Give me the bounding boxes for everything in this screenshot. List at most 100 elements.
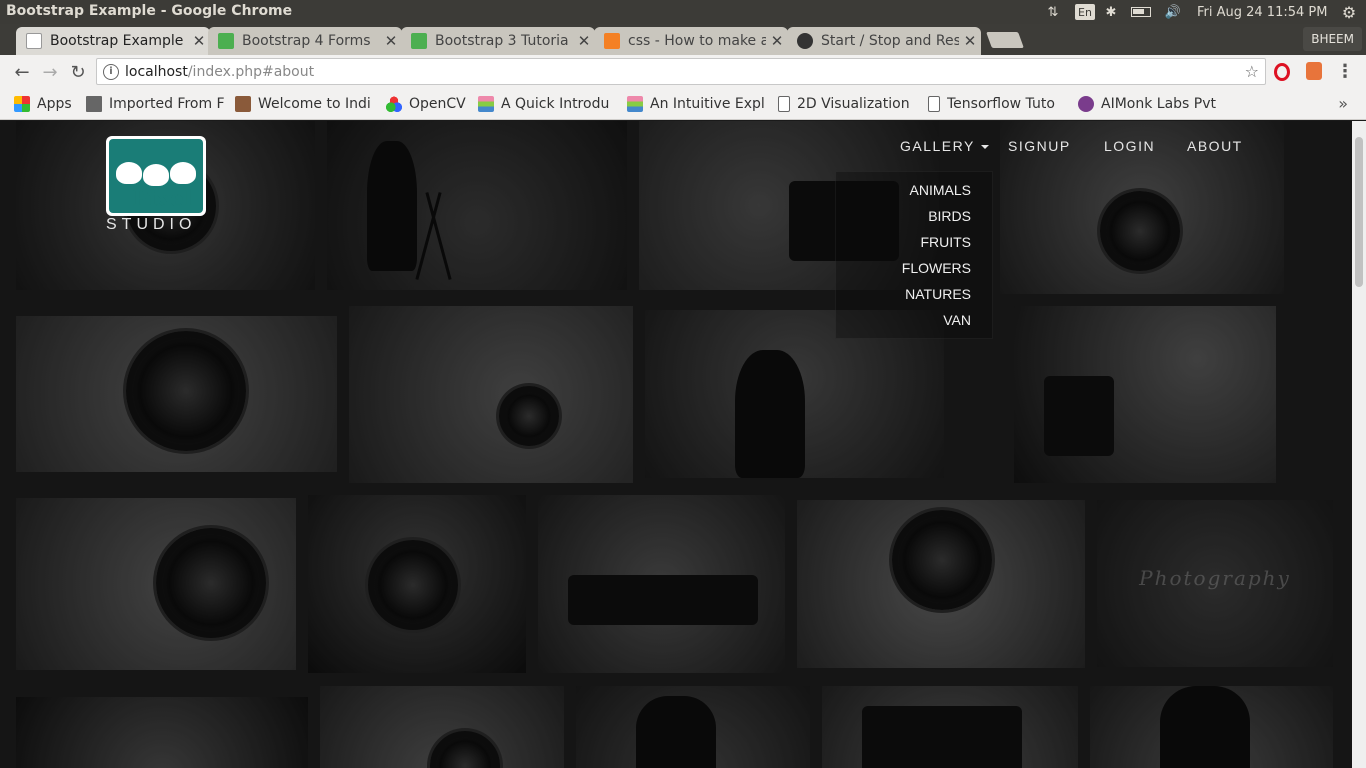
- opera-extension-icon[interactable]: [1274, 63, 1290, 81]
- extension-icon[interactable]: [1306, 62, 1322, 80]
- keyboard-language-indicator[interactable]: En: [1075, 4, 1095, 20]
- reload-icon[interactable]: ↻: [67, 61, 89, 83]
- site-icon: [478, 96, 494, 112]
- gallery-photo[interactable]: [576, 686, 810, 768]
- gallery-item-van[interactable]: VAN: [943, 312, 971, 328]
- bear-icon: [170, 162, 196, 184]
- window-title: Bootstrap Example - Google Chrome: [6, 3, 293, 19]
- gallery-photo[interactable]: Photography: [1097, 500, 1333, 667]
- tab-close-icon[interactable]: ✕: [188, 32, 210, 50]
- tab-title: css - How to make a: [628, 33, 766, 49]
- page-icon: [778, 96, 790, 112]
- tab-close-icon[interactable]: ✕: [380, 32, 402, 50]
- url-host: localhost: [125, 63, 188, 80]
- battery-icon[interactable]: [1129, 2, 1153, 22]
- url-path: /index.php#about: [187, 63, 315, 80]
- page-icon: [928, 96, 940, 112]
- gallery-photo[interactable]: [16, 498, 296, 670]
- gallery-photo[interactable]: [327, 121, 627, 290]
- gallery-photo[interactable]: [822, 686, 1078, 768]
- gallery-dropdown-menu: ANIMALS BIRDS FRUITS FLOWERS NATURES VAN: [835, 171, 993, 339]
- nav-signup[interactable]: SIGNUP: [1008, 138, 1071, 154]
- gallery-item-animals[interactable]: ANIMALS: [910, 182, 971, 198]
- opencv-icon: [386, 96, 402, 112]
- address-bar[interactable]: i localhost/index.php#about ☆: [96, 58, 1266, 85]
- bookmark-2d-visualization[interactable]: 2D Visualization: [778, 94, 916, 114]
- logo-text: Pixel: [132, 186, 193, 212]
- clock[interactable]: Fri Aug 24 11:54 PM: [1197, 2, 1327, 22]
- tab-title: Bootstrap 4 Forms: [242, 33, 371, 49]
- site-icon: [627, 96, 643, 112]
- gallery-photo[interactable]: [797, 500, 1085, 668]
- bookmark-opencv[interactable]: OpenCV: [386, 94, 470, 114]
- gallery-photo[interactable]: [16, 316, 337, 472]
- gallery-item-flowers[interactable]: FLOWERS: [902, 260, 971, 276]
- bookmark-apps[interactable]: Apps: [14, 94, 80, 114]
- network-icon[interactable]: ⇅: [1044, 2, 1062, 22]
- gallery-item-birds[interactable]: BIRDS: [928, 208, 971, 224]
- page-favicon-icon: [26, 33, 42, 49]
- bluetooth-icon[interactable]: ✱: [1104, 2, 1118, 22]
- tab-close-icon[interactable]: ✕: [573, 32, 595, 50]
- nav-gallery-dropdown[interactable]: GALLERY: [900, 138, 989, 154]
- tab-start-stop-and-restart[interactable]: Start / Stop and Res ✕: [787, 27, 981, 55]
- settings-gear-icon[interactable]: ⚙: [1339, 2, 1359, 22]
- w3schools-favicon-icon: [411, 33, 427, 49]
- tab-title: Bootstrap 3 Tutoria: [435, 33, 569, 49]
- folder-icon: [86, 96, 102, 112]
- bookmark-welcome-to-indi[interactable]: Welcome to Indi: [235, 94, 373, 114]
- site-icon: [1078, 96, 1094, 112]
- more-bookmarks-chevron-icon[interactable]: »: [1338, 94, 1348, 113]
- gallery-photo[interactable]: [16, 697, 308, 768]
- chrome-menu-icon[interactable]: ⋮: [1336, 61, 1354, 82]
- profile-button[interactable]: BHEEM: [1303, 27, 1362, 51]
- photo-caption: Photography: [1139, 566, 1291, 590]
- apps-grid-icon: [14, 96, 30, 112]
- bookmark-imported-from[interactable]: Imported From F: [86, 94, 224, 114]
- gallery-photo[interactable]: [538, 495, 785, 673]
- browser-toolbar: ← → ↻ i localhost/index.php#about ☆ ⋮: [0, 55, 1366, 89]
- tab-strip: Bootstrap Example ✕ Bootstrap 4 Forms ✕ …: [0, 24, 1366, 55]
- tab-bootstrap-example[interactable]: Bootstrap Example ✕: [16, 27, 210, 55]
- gallery-item-fruits[interactable]: FRUITS: [920, 234, 971, 250]
- nav-login[interactable]: LOGIN: [1104, 138, 1155, 154]
- page-viewport: Photography Pixel STUDIO GALLERY SIGNUP …: [0, 121, 1352, 768]
- tab-close-icon[interactable]: ✕: [959, 32, 981, 50]
- site-favicon-icon: [797, 33, 813, 49]
- bookmark-a-quick-introdu[interactable]: A Quick Introdu: [478, 94, 616, 114]
- bookmarks-bar: Apps Imported From F Welcome to Indi Ope…: [0, 89, 1366, 120]
- bear-icon: [143, 164, 169, 186]
- bear-icon: [116, 162, 142, 184]
- tab-close-icon[interactable]: ✕: [766, 32, 788, 50]
- forward-arrow-icon[interactable]: →: [39, 61, 61, 83]
- tab-bootstrap-4-forms[interactable]: Bootstrap 4 Forms ✕: [208, 27, 402, 55]
- site-icon: [235, 96, 251, 112]
- gallery-photo[interactable]: [308, 495, 526, 673]
- stackoverflow-favicon-icon: [604, 33, 620, 49]
- back-arrow-icon[interactable]: ←: [11, 61, 33, 83]
- tab-css-how-to-make[interactable]: css - How to make a ✕: [594, 27, 788, 55]
- gallery-photo[interactable]: [1014, 306, 1276, 483]
- gallery-photo[interactable]: [1090, 686, 1333, 768]
- nav-gallery-label: GALLERY: [900, 138, 975, 154]
- bookmark-an-intuitive-expl[interactable]: An Intuitive Expl: [627, 94, 765, 114]
- logo-studio-text: STUDIO: [106, 216, 197, 233]
- tab-title: Start / Stop and Res: [821, 33, 959, 49]
- site-logo[interactable]: Pixel: [106, 136, 206, 216]
- gallery-item-natures[interactable]: NATURES: [905, 286, 971, 302]
- tab-bootstrap-3-tutorial[interactable]: Bootstrap 3 Tutoria ✕: [401, 27, 595, 55]
- os-top-bar: Bootstrap Example - Google Chrome ⇅ En ✱…: [0, 0, 1366, 24]
- page-scrollbar[interactable]: [1352, 121, 1366, 768]
- info-icon[interactable]: i: [103, 63, 119, 80]
- gallery-photo[interactable]: [320, 686, 564, 768]
- bookmark-star-icon[interactable]: ☆: [1245, 62, 1259, 81]
- new-tab-button[interactable]: [986, 32, 1024, 48]
- volume-icon[interactable]: 🔊: [1162, 2, 1184, 22]
- nav-about[interactable]: ABOUT: [1187, 138, 1243, 154]
- gallery-photo[interactable]: [349, 306, 633, 483]
- caret-down-icon: [980, 145, 989, 150]
- bookmark-tensorflow-tuto[interactable]: Tensorflow Tuto: [928, 94, 1066, 114]
- bookmark-aimonk-labs[interactable]: AIMonk Labs Pvt: [1078, 94, 1216, 114]
- w3schools-favicon-icon: [218, 33, 234, 49]
- scrollbar-thumb[interactable]: [1355, 137, 1363, 287]
